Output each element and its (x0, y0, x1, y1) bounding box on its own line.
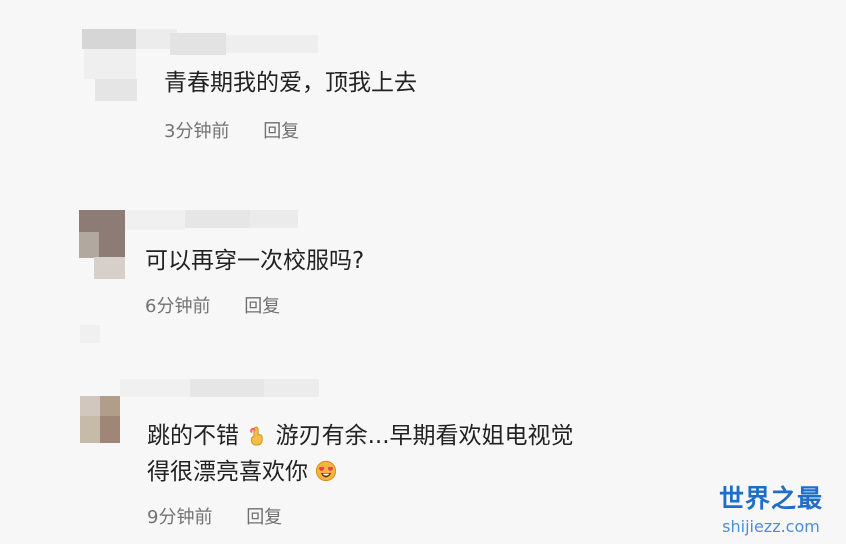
watermark: 世界之最 shijiezz.com (704, 479, 838, 536)
comment-text: 青春期我的爱，顶我上去 (164, 70, 417, 96)
comment-time: 6分钟前 (145, 296, 211, 317)
comment-time: 9分钟前 (147, 507, 213, 528)
comment-text: 得很漂亮喜欢你 (147, 456, 337, 488)
comment-time: 3分钟前 (164, 121, 230, 142)
comment-meta: 9分钟前 回复 (147, 503, 282, 529)
watermark-url: shijiezz.com (722, 517, 820, 536)
comment-meta: 6分钟前 回复 (145, 292, 280, 318)
comment-text: 可以再穿一次校服吗? (145, 248, 365, 274)
watermark-main: 世界之最 (718, 484, 823, 513)
comment-meta: 3分钟前 回复 (164, 117, 299, 143)
finger-icon (246, 423, 268, 446)
reply-button[interactable]: 回复 (263, 121, 299, 142)
comment-text: 跳的不错 游刃有余...早期看欢姐电视觉 (147, 420, 574, 452)
reply-button[interactable]: 回复 (246, 507, 282, 528)
comment-text-part: 跳的不错 (147, 423, 239, 449)
comment-text-part: 得很漂亮喜欢你 (147, 459, 308, 485)
comment-text-part: 游刃有余...早期看欢姐电视觉 (275, 423, 574, 449)
heart-eyes-icon (315, 459, 337, 482)
reply-button[interactable]: 回复 (244, 296, 280, 317)
comment-list: 青春期我的爱，顶我上去 3分钟前 回复 可以再穿一次校服吗? 6分钟前 回复 跳… (0, 0, 846, 544)
